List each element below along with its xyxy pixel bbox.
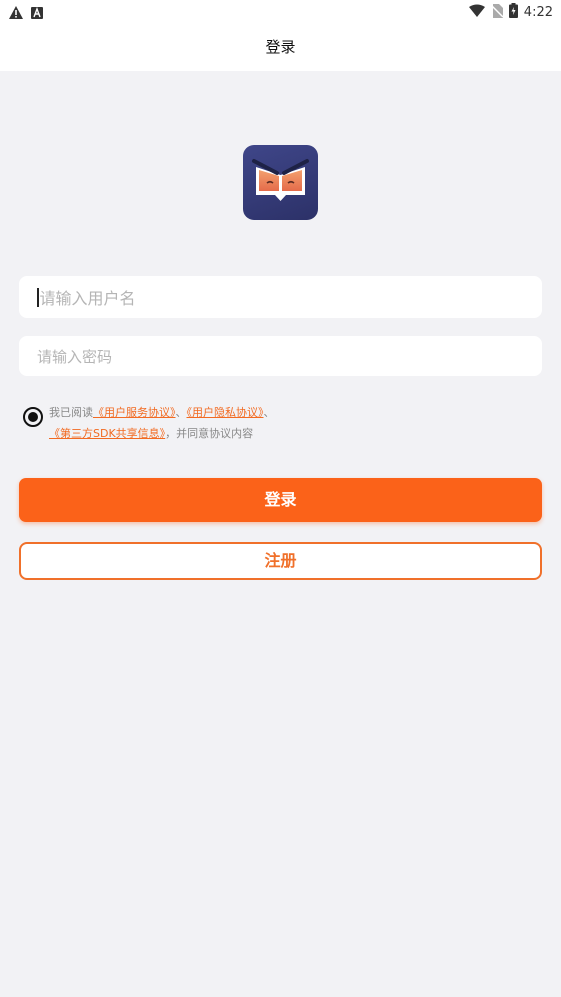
agreement-radio[interactable] <box>23 407 43 427</box>
password-placeholder: 请输入密码 <box>37 347 113 366</box>
agreement-separator: 、 <box>175 406 187 419</box>
agreement-separator: 、 <box>263 406 275 419</box>
wifi-icon <box>468 4 485 21</box>
no-sim-icon <box>490 3 504 22</box>
password-field[interactable]: 请输入密码 <box>19 336 542 376</box>
username-placeholder: 请输入用户名 <box>39 289 136 308</box>
status-bar: 4:22 <box>0 0 561 24</box>
register-button[interactable]: 注册 <box>19 542 542 580</box>
text-cursor <box>37 287 39 307</box>
a-icon <box>31 4 43 23</box>
agreement-prefix: 我已阅读 <box>49 406 93 419</box>
username-field[interactable]: 请输入用户名 <box>19 276 542 318</box>
sdk-info-link[interactable]: 《第三方SDK共享信息》 <box>49 427 165 440</box>
page-title: 登录 <box>0 24 561 71</box>
app-logo <box>243 145 318 220</box>
service-agreement-link[interactable]: 《用户服务协议》 <box>93 406 176 419</box>
clock-text: 4:22 <box>523 5 553 20</box>
agreement-text: 我已阅读《用户服务协议》、《用户隐私协议》、 《第三方SDK共享信息》，并同意协议… <box>49 402 319 444</box>
battery-icon <box>508 3 518 22</box>
warning-icon <box>9 4 23 23</box>
agreement-suffix: ，并同意协议内容 <box>165 427 254 440</box>
login-button[interactable]: 登录 <box>19 478 542 522</box>
privacy-agreement-link[interactable]: 《用户隐私协议》 <box>187 406 264 419</box>
